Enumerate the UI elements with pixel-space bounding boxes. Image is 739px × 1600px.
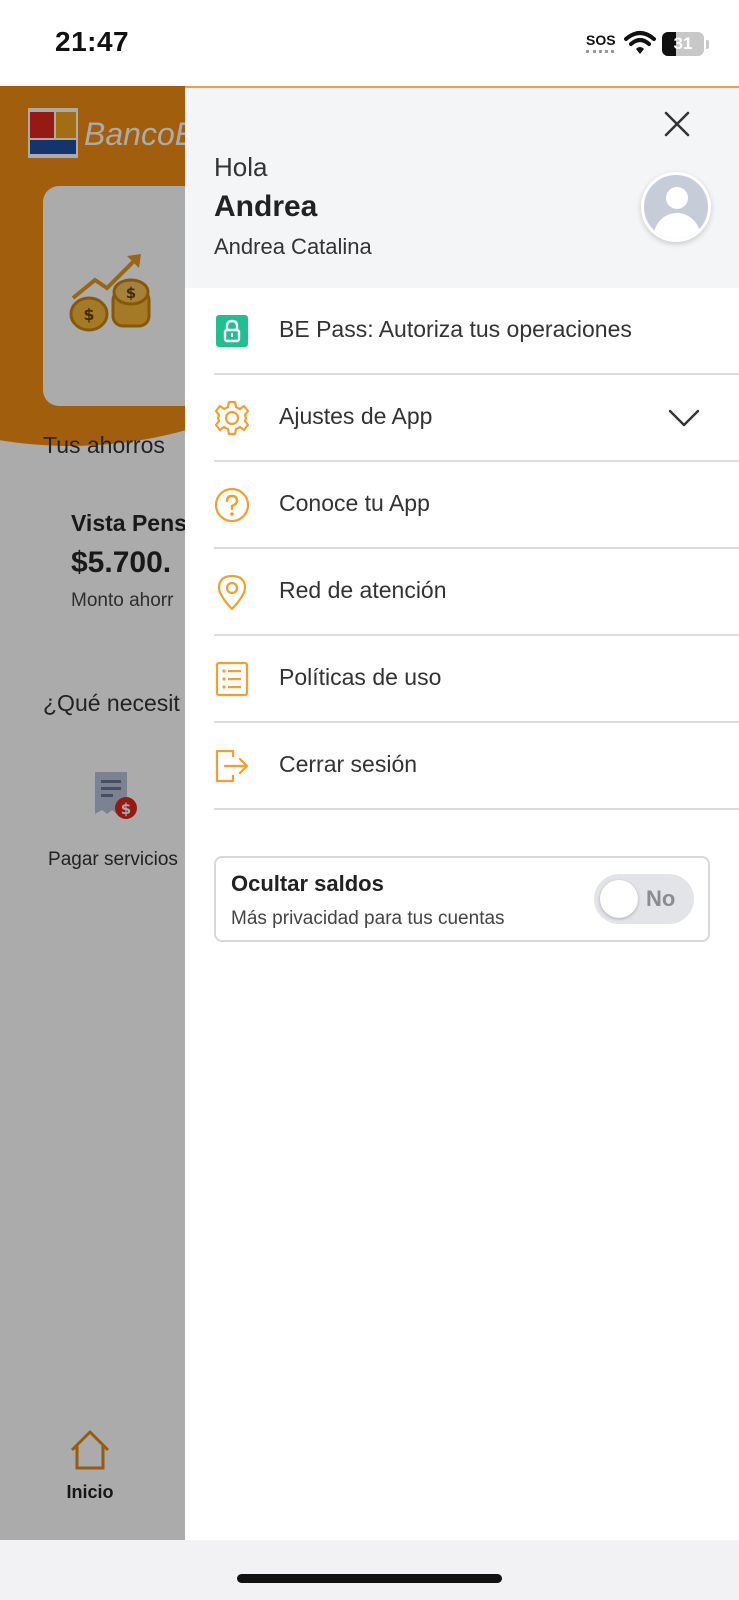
menu-label-service-network: Red de atención xyxy=(279,577,447,603)
avatar[interactable] xyxy=(641,172,711,242)
menu-item-be-pass[interactable]: BE Pass: Autoriza tus operaciones xyxy=(185,288,739,375)
battery-level: 31 xyxy=(673,34,693,53)
signal-dots xyxy=(586,50,614,53)
menu-label-usage-policies: Políticas de uso xyxy=(279,664,442,690)
location-pin-icon xyxy=(217,574,247,611)
battery-cap xyxy=(706,40,709,49)
hide-balances-subtitle: Más privacidad para tus cuentas xyxy=(231,908,505,929)
hide-balances-card: Ocultar saldos Más privacidad para tus c… xyxy=(214,856,710,942)
menu-item-app-settings[interactable]: Ajustes de App xyxy=(185,375,739,462)
greeting: Hola xyxy=(214,152,268,182)
toggle-knob xyxy=(600,880,638,918)
menu-label-app-settings: Ajustes de App xyxy=(279,403,433,429)
drawer-header: Hola Andrea Andrea Catalina xyxy=(185,88,739,288)
lock-icon xyxy=(216,315,248,347)
menu-label-logout: Cerrar sesión xyxy=(279,751,418,777)
list-icon xyxy=(215,661,249,697)
hide-balances-title: Ocultar saldos xyxy=(231,871,384,896)
gear-icon xyxy=(214,400,250,436)
status-time: 21:47 xyxy=(55,26,130,57)
menu-item-usage-policies[interactable]: Políticas de uso xyxy=(185,636,739,723)
user-first-name: Andrea xyxy=(214,190,318,223)
home-indicator-area xyxy=(0,1540,739,1600)
logout-icon xyxy=(215,749,249,783)
question-icon xyxy=(214,487,250,523)
toggle-state-label: No xyxy=(646,886,676,911)
side-menu-drawer: Hola Andrea Andrea Catalina BE Pass: Aut… xyxy=(185,86,739,1540)
menu-label-be-pass: BE Pass: Autoriza tus operaciones xyxy=(279,316,632,342)
wifi-icon xyxy=(624,31,656,54)
sos-indicator: SOS xyxy=(586,32,616,48)
home-indicator[interactable] xyxy=(237,1574,502,1583)
status-bar: 21:47 SOS 31 xyxy=(0,0,739,86)
menu-item-know-app[interactable]: Conoce tu App xyxy=(185,462,739,549)
menu-item-service-network[interactable]: Red de atención xyxy=(185,549,739,636)
hide-balances-toggle[interactable]: No xyxy=(594,874,694,924)
user-full-name: Andrea Catalina xyxy=(214,234,372,259)
menu-label-know-app: Conoce tu App xyxy=(279,490,430,516)
battery-icon: 31 xyxy=(662,32,704,56)
close-icon[interactable] xyxy=(659,106,695,142)
menu-item-logout[interactable]: Cerrar sesión xyxy=(185,723,739,810)
chevron-down-icon[interactable] xyxy=(667,401,701,435)
drawer-menu: BE Pass: Autoriza tus operaciones Ajuste… xyxy=(185,288,739,810)
